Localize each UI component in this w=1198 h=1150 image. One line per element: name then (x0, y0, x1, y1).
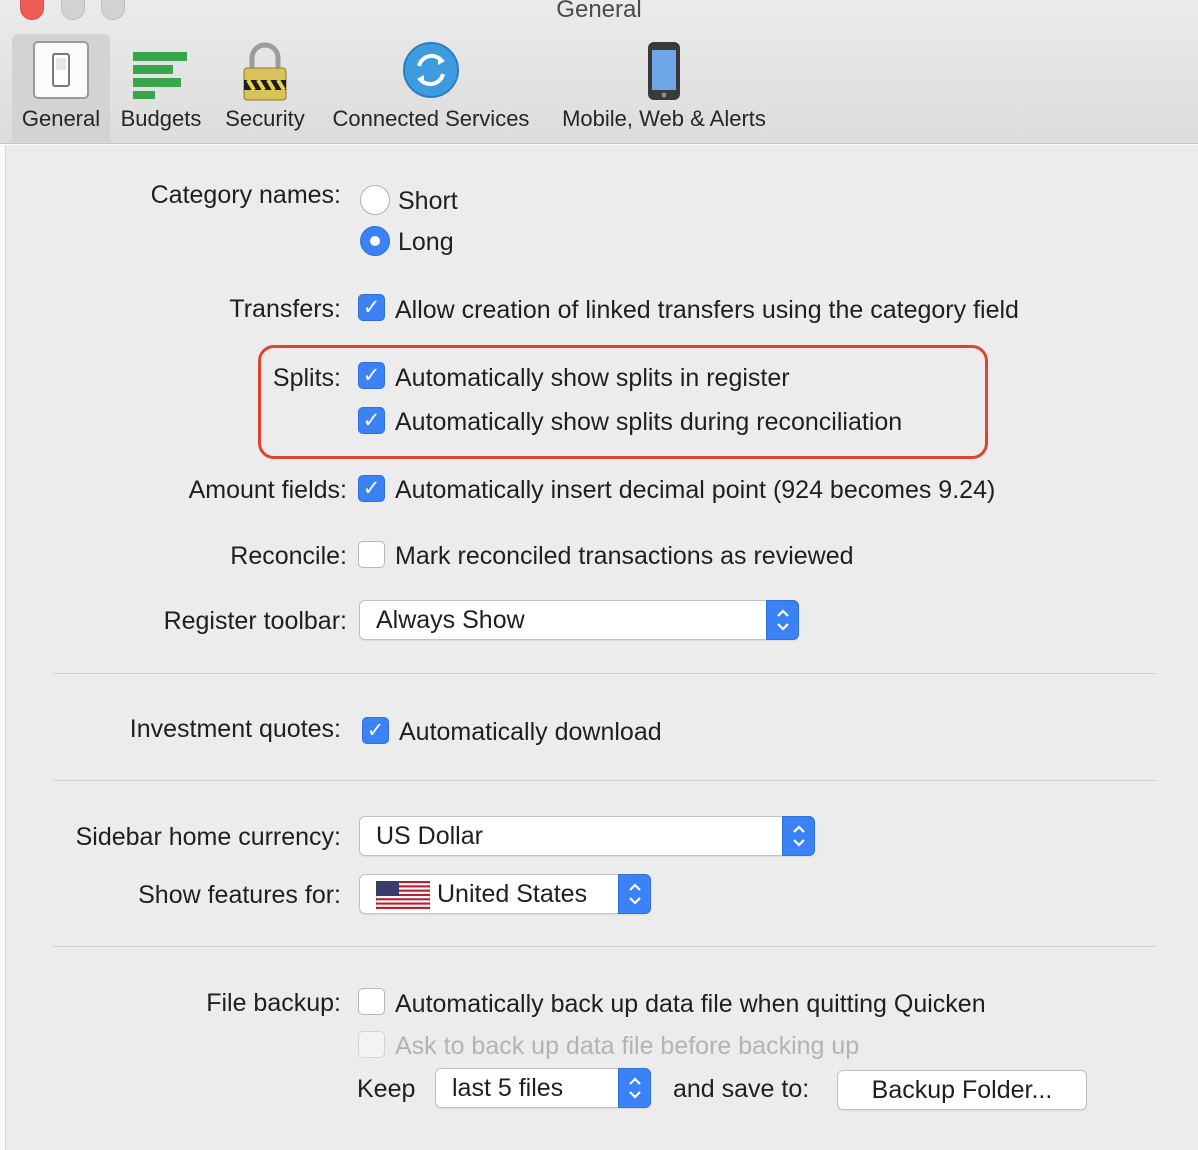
category-short-radio[interactable] (360, 185, 390, 215)
save-to-label: and save to: (673, 1075, 810, 1103)
tab-label: General (21, 106, 101, 131)
keep-files-value: last 5 files (452, 1074, 564, 1102)
investment-quotes-checkbox[interactable]: ✓ (362, 717, 389, 744)
tab-connected-services[interactable]: Connected Services (322, 34, 540, 142)
updown-chevron-icon (629, 883, 641, 905)
auto-backup-text[interactable]: Automatically back up data file when qui… (395, 990, 986, 1019)
amount-fields-label: Amount fields: (188, 476, 347, 504)
window-titlebar: General General Budgets Security Connect… (0, 0, 1198, 144)
popup-stepper[interactable] (618, 1068, 651, 1108)
home-currency-popup[interactable]: US Dollar (359, 816, 815, 856)
show-features-for-label: Show features for: (138, 881, 341, 909)
show-features-popup[interactable]: United States (359, 874, 651, 914)
tab-label: Budgets (120, 106, 202, 131)
ask-backup-checkbox (358, 1031, 385, 1058)
transfers-label: Transfers: (229, 295, 341, 323)
padlock-icon (240, 40, 290, 107)
tab-label: Security (225, 106, 305, 131)
tab-security[interactable]: Security (216, 34, 314, 142)
category-long-radio[interactable] (360, 226, 390, 256)
popup-stepper[interactable] (766, 600, 799, 640)
section-divider (53, 780, 1156, 781)
splits-label: Splits: (272, 364, 341, 392)
amount-fields-checkbox[interactable]: ✓ (358, 475, 385, 502)
keep-files-popup[interactable]: last 5 files (435, 1068, 651, 1108)
tab-budgets[interactable]: Budgets (114, 34, 208, 142)
reconcile-label: Reconcile: (230, 542, 347, 570)
home-currency-value: US Dollar (376, 822, 483, 850)
show-features-value: United States (437, 880, 588, 908)
us-flag-icon (376, 881, 430, 909)
amount-fields-text[interactable]: Automatically insert decimal point (924 … (395, 476, 995, 505)
splits-reconciliation-checkbox[interactable]: ✓ (358, 407, 385, 434)
register-toolbar-label: Register toolbar: (163, 607, 347, 635)
investment-quotes-text[interactable]: Automatically download (399, 718, 662, 747)
backup-folder-button[interactable]: Backup Folder... (837, 1070, 1087, 1110)
window-title: General (556, 0, 642, 23)
section-divider (53, 673, 1156, 674)
updown-chevron-icon (793, 825, 805, 847)
reconcile-text[interactable]: Mark reconciled transactions as reviewed (395, 542, 854, 571)
splits-reconciliation-text[interactable]: Automatically show splits during reconci… (395, 408, 902, 437)
reconcile-checkbox[interactable] (358, 541, 385, 568)
splits-register-checkbox[interactable]: ✓ (358, 362, 385, 389)
ask-backup-text: Ask to back up data file before backing … (395, 1032, 860, 1060)
updown-chevron-icon (777, 609, 789, 631)
keep-label: Keep (357, 1075, 416, 1103)
category-short-label[interactable]: Short (398, 187, 458, 216)
tab-label: Connected Services (332, 106, 530, 131)
updown-chevron-icon (629, 1077, 641, 1099)
register-toolbar-value: Always Show (376, 606, 525, 634)
phone-icon (646, 40, 682, 107)
tab-label: Mobile, Web & Alerts (562, 106, 766, 131)
file-backup-label: File backup: (206, 989, 341, 1017)
sidebar-home-currency-label: Sidebar home currency: (75, 823, 341, 851)
investment-quotes-label: Investment quotes: (129, 715, 341, 743)
category-long-label[interactable]: Long (398, 228, 454, 257)
tab-mobile-web-alerts[interactable]: Mobile, Web & Alerts (552, 34, 776, 142)
category-names-label: Category names: (150, 181, 341, 209)
transfers-text[interactable]: Allow creation of linked transfers using… (395, 296, 1019, 325)
popup-stepper[interactable] (782, 816, 815, 856)
section-divider (53, 946, 1156, 947)
auto-backup-checkbox[interactable] (358, 988, 385, 1015)
budget-bars-icon (131, 40, 191, 105)
transfers-checkbox[interactable]: ✓ (358, 294, 385, 321)
popup-stepper[interactable] (618, 874, 651, 914)
tab-general[interactable]: General (12, 34, 110, 142)
splits-register-text[interactable]: Automatically show splits in register (395, 364, 790, 393)
sync-icon (401, 40, 461, 105)
register-toolbar-popup[interactable]: Always Show (359, 600, 799, 640)
switch-icon (32, 40, 90, 105)
